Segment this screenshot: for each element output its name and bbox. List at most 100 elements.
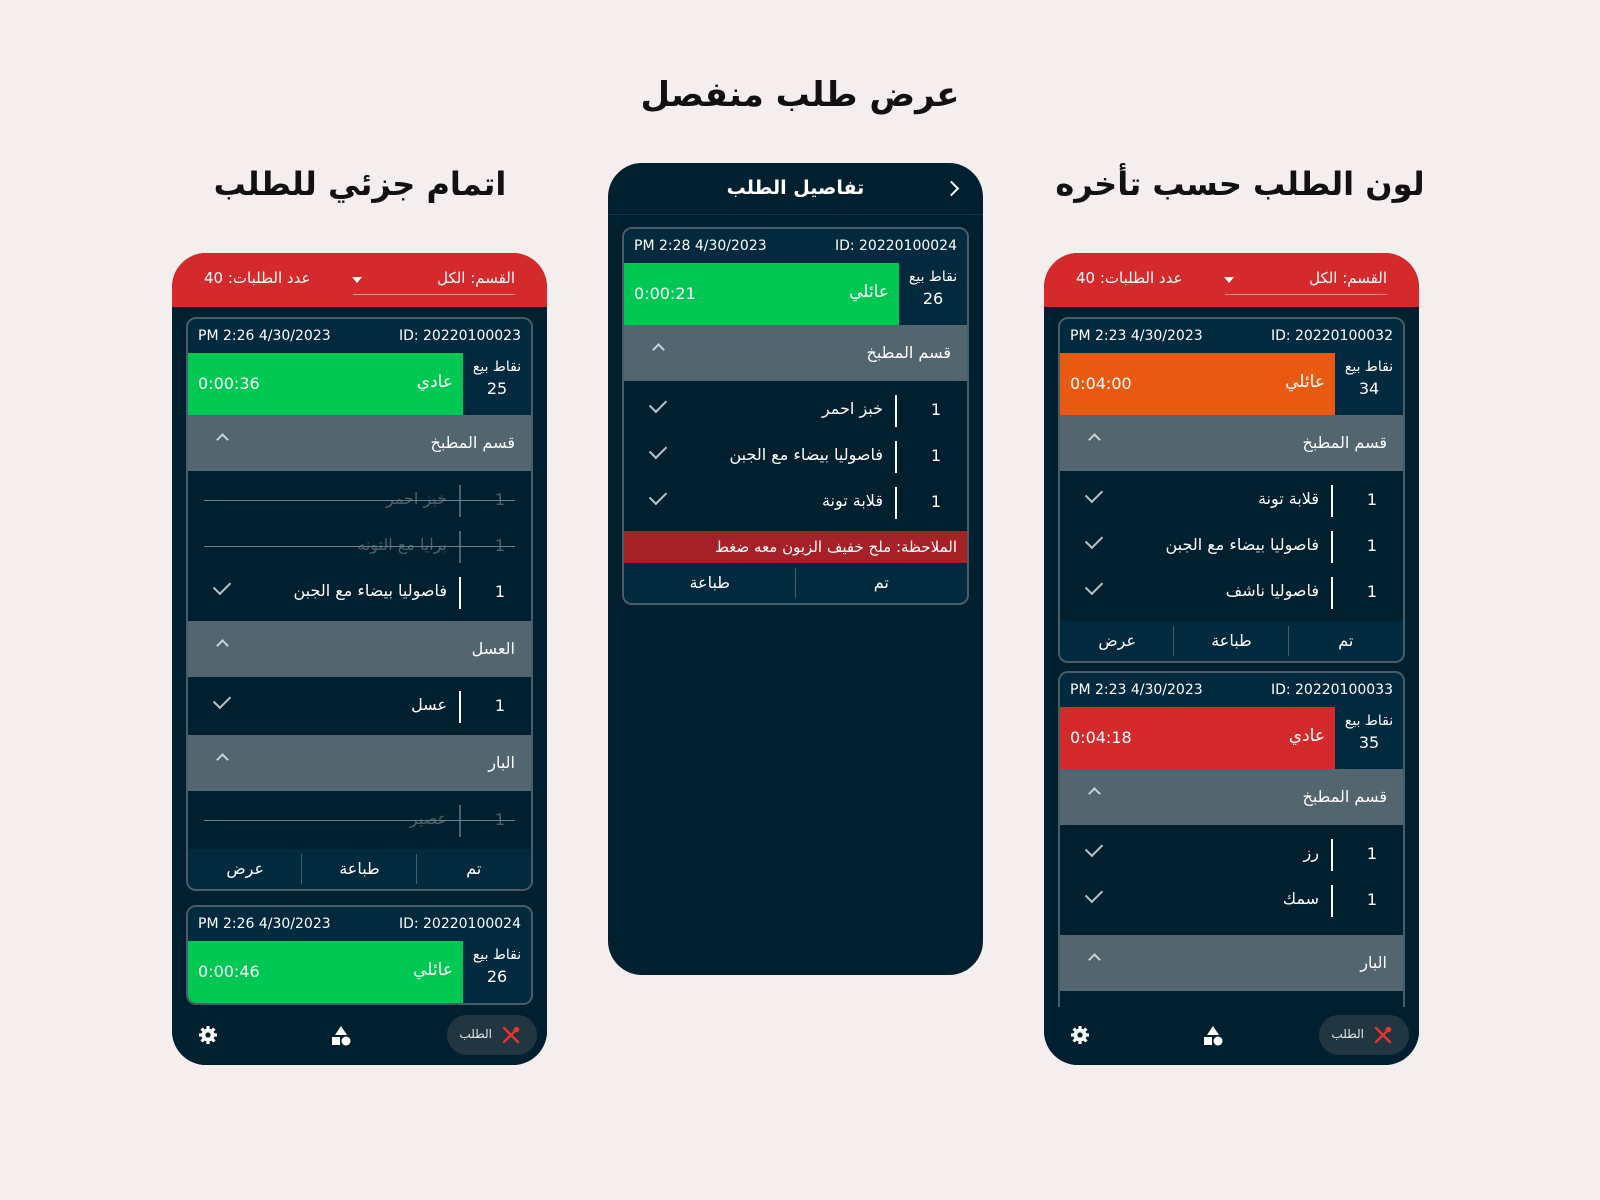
section-header-bar[interactable]: البار (188, 735, 531, 791)
bottom-nav: الطلب (1044, 1007, 1419, 1065)
list-item[interactable]: 1 رز (1060, 831, 1403, 877)
shapes-icon[interactable] (330, 1025, 352, 1047)
section-header-kitchen[interactable]: قسم المطبخ (1060, 769, 1403, 825)
order-card-header: ID: 20220100023 PM 2:26 4/30/2023 (188, 319, 531, 353)
utensils-icon (1374, 1026, 1392, 1044)
select-underline (353, 294, 515, 295)
status-row: 0:04:00 عائلي نقاط بيع 34 (1060, 353, 1403, 415)
item-name: برايا مع التونه (357, 535, 447, 554)
check-icon[interactable] (1084, 484, 1104, 504)
section-header-kitchen[interactable]: قسم المطبخ (624, 325, 967, 381)
section-header-honey[interactable]: العسل (188, 621, 531, 677)
print-button[interactable]: طباعة (624, 563, 796, 603)
section-name: البار (1360, 953, 1387, 972)
order-note: الملاحظة: ملح خفيف الزبون معه ضغط (624, 531, 967, 563)
list-item[interactable]: 1 فاصوليا بيضاء مع الجبن (624, 433, 967, 479)
order-card: ID: 20220100032 PM 2:23 4/30/2023 0:04:0… (1058, 317, 1405, 663)
status-box: 0:00:21 عائلي (624, 263, 899, 325)
print-button[interactable]: طباعة (1174, 621, 1290, 661)
shapes-icon[interactable] (1202, 1025, 1224, 1047)
chevron-up-icon[interactable] (652, 343, 665, 356)
order-type: عادي (1288, 726, 1325, 746)
department-select[interactable]: القسم: الكل (437, 269, 515, 287)
order-nav-button[interactable]: الطلب (1319, 1015, 1409, 1055)
chevron-up-icon[interactable] (216, 433, 229, 446)
order-card-header: ID: 20220100024 PM 2:28 4/30/2023 (624, 229, 967, 263)
pos-number: 35 (1358, 733, 1380, 752)
item-name: فاصوليا ناشف (1225, 581, 1319, 600)
pos-number: 26 (922, 289, 944, 308)
done-button[interactable]: تم (417, 849, 531, 889)
left-section-title: اتمام جزئي للطلب (213, 165, 507, 203)
gear-icon[interactable] (1070, 1025, 1090, 1045)
pos-number: 26 (486, 967, 508, 986)
main-title: عرض طلب منفصل (640, 75, 960, 115)
chevron-down-icon[interactable] (352, 277, 362, 283)
list-item[interactable]: 1 عسل (188, 683, 531, 729)
chevron-up-icon[interactable] (216, 753, 229, 766)
status-row: 0:04:18 عادي نقاط بيع 35 (1060, 707, 1403, 769)
item-list: 1 قلابة تونة 1 فاصوليا بيضاء مع الجبن 1 … (1060, 471, 1403, 621)
item-list: 1 خبز احمر 1 برايا مع التونه 1 فاصوليا ب… (188, 471, 531, 621)
gear-icon[interactable] (198, 1025, 218, 1045)
list-item[interactable]: 1 قلابة تونة (624, 479, 967, 525)
order-card: ID: 20220100024 PM 2:26 4/30/2023 0:00:4… (186, 905, 533, 1005)
item-name: خبز احمر (385, 489, 447, 508)
order-date: PM 2:26 4/30/2023 (198, 328, 331, 344)
check-icon[interactable] (1084, 838, 1104, 858)
item-name: فاصوليا بيضاء مع الجبن (729, 445, 883, 464)
list-item[interactable]: 1 فاصوليا ناشف (1060, 569, 1403, 615)
strikethrough-line (204, 820, 515, 821)
middle-phone: تفاصيل الطلب ID: 20220100024 PM 2:28 4/3… (608, 163, 983, 975)
check-icon[interactable] (1084, 576, 1104, 596)
check-icon[interactable] (1084, 530, 1104, 550)
list-item[interactable]: 1 فاصوليا بيضاء مع الجبن (188, 569, 531, 615)
strikethrough-line (204, 500, 515, 501)
pos-label: نقاط بيع (1344, 713, 1394, 729)
item-qty: 1 (1366, 536, 1377, 555)
list-item[interactable]: 1 خبز احمر (624, 387, 967, 433)
check-icon[interactable] (212, 690, 232, 710)
list-item[interactable]: 1 قلابة تونة (1060, 477, 1403, 523)
print-button[interactable]: طباعة (302, 849, 418, 889)
check-icon[interactable] (648, 440, 668, 460)
order-timer: 0:00:21 (634, 284, 696, 303)
list-item[interactable]: 1 فاصوليا بيضاء مع الجبن (1060, 523, 1403, 569)
order-card: ID: 20220100024 PM 2:28 4/30/2023 0:00:2… (622, 227, 969, 605)
chevron-down-icon[interactable] (1224, 277, 1234, 283)
check-icon[interactable] (212, 576, 232, 596)
list-item[interactable]: 1 عصير (188, 797, 531, 843)
done-button[interactable]: تم (1289, 621, 1403, 661)
section-header-kitchen[interactable]: قسم المطبخ (188, 415, 531, 471)
divider (895, 441, 897, 473)
order-nav-button[interactable]: الطلب (447, 1015, 537, 1055)
chevron-up-icon[interactable] (1088, 433, 1101, 446)
divider (459, 691, 461, 723)
item-list: 1 عسل (188, 677, 531, 735)
bottom-nav: الطلب (172, 1007, 547, 1065)
section-header-bar[interactable]: البار (1060, 935, 1403, 991)
item-list: 1 رز 1 سمك (1060, 825, 1403, 935)
view-button[interactable]: عرض (188, 849, 303, 889)
list-item[interactable]: 1 برايا مع التونه (188, 523, 531, 569)
item-qty: 1 (1366, 490, 1377, 509)
chevron-up-icon[interactable] (216, 639, 229, 652)
check-icon[interactable] (1084, 884, 1104, 904)
details-header: تفاصيل الطلب (608, 163, 983, 215)
view-button[interactable]: عرض (1060, 621, 1175, 661)
check-icon[interactable] (648, 394, 668, 414)
order-nav-label: الطلب (459, 1027, 492, 1041)
done-button[interactable]: تم (796, 563, 968, 603)
section-name: العسل (471, 639, 515, 658)
chevron-up-icon[interactable] (1088, 787, 1101, 800)
check-icon[interactable] (648, 486, 668, 506)
list-item[interactable]: 1 سمك (1060, 877, 1403, 923)
item-name: فاصوليا بيضاء مع الجبن (1165, 535, 1319, 554)
section-header-kitchen[interactable]: قسم المطبخ (1060, 415, 1403, 471)
chevron-up-icon[interactable] (1088, 953, 1101, 966)
item-qty: 1 (930, 446, 941, 465)
item-name: عصير (409, 809, 447, 828)
filter-bar: القسم: الكل عدد الطلبات: 40 (1044, 253, 1419, 307)
list-item[interactable]: 1 خبز احمر (188, 477, 531, 523)
department-select[interactable]: القسم: الكل (1309, 269, 1387, 287)
